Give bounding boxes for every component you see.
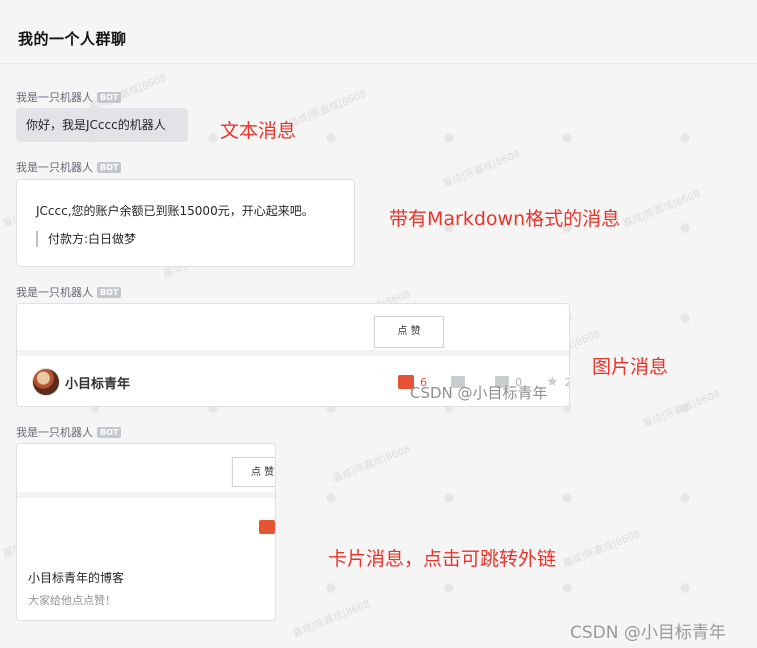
annotation-image-message: 图片消息 (592, 356, 669, 378)
sender-name: 我是一只机器人 (16, 286, 93, 299)
sender-name: 我是一只机器人 (16, 91, 93, 104)
divider (17, 492, 275, 498)
bot-badge: BOT (97, 286, 122, 298)
message-sender: 我是一只机器人 BOT (16, 284, 122, 300)
link-message-card[interactable]: 点 赞 小目标青年的博客 大家给他点点赞！ (16, 443, 276, 621)
thumbs-up-icon (259, 520, 275, 534)
bot-badge: BOT (97, 161, 122, 173)
message-sender: 我是一只机器人 BOT (16, 89, 122, 105)
link-card-title: 小目标青年的博客 (28, 571, 125, 585)
message-sender: 我是一只机器人 BOT (16, 424, 122, 440)
message-sender: 我是一只机器人 BOT (16, 159, 122, 175)
chat-header: 我的一个人群聊 (0, 0, 757, 64)
sender-name: 我是一只机器人 (16, 426, 93, 439)
markdown-quote: 付款方:白日做梦 (36, 231, 136, 247)
author-avatar (32, 368, 60, 396)
annotation-card-message: 卡片消息，点击可跳转外链 (328, 548, 557, 570)
like-tooltip: 点 赞 (232, 457, 275, 487)
csdn-watermark: CSDN @小目标青年 (570, 623, 726, 643)
image-csdn-watermark: CSDN @小目标青年 (410, 384, 548, 402)
sender-name: 我是一只机器人 (16, 161, 93, 174)
annotation-markdown-message: 带有Markdown格式的消息 (389, 208, 621, 230)
markdown-message-card[interactable]: JCccc,您的账户余额已到账15000元，开心起来吧。 付款方:白日做梦 (16, 179, 355, 267)
star-icon: ★ (546, 374, 559, 390)
star-count: 24 (565, 376, 569, 389)
chat-title: 我的一个人群聊 (18, 30, 127, 48)
annotation-text-message: 文本消息 (220, 120, 297, 142)
image-message-card[interactable]: 点 赞 小目标青年 6 0 ★ 24 CSDN @小目标青年 (16, 303, 570, 407)
text-message-bubble[interactable]: 你好，我是JCccc的机器人 (16, 108, 188, 142)
link-card-subtitle: 大家给他点点赞！ (28, 594, 116, 607)
bot-badge: BOT (97, 91, 122, 103)
divider (17, 350, 569, 356)
like-tooltip: 点 赞 (374, 316, 444, 348)
author-name: 小目标青年 (65, 377, 131, 392)
markdown-line: JCccc,您的账户余额已到账15000元，开心起来吧。 (36, 204, 314, 218)
bot-badge: BOT (97, 426, 122, 438)
